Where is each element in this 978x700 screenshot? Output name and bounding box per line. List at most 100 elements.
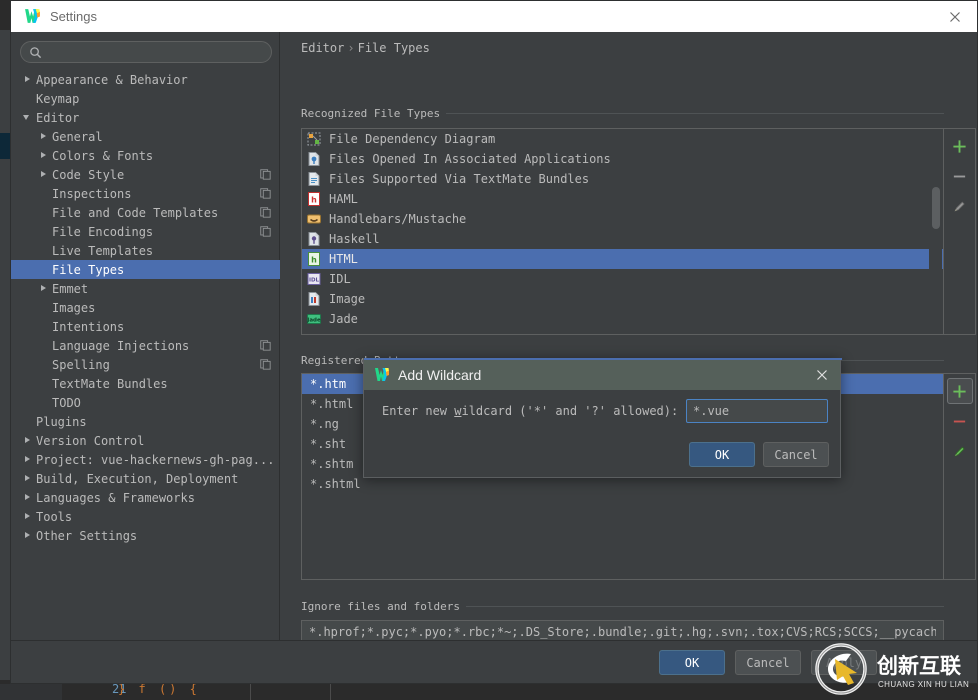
sidebar-item-emmet[interactable]: Emmet: [11, 279, 280, 298]
file-type-row[interactable]: File Dependency Diagram: [302, 129, 943, 149]
search-input[interactable]: [42, 45, 271, 59]
sidebar-item-file-encodings[interactable]: File Encodings: [11, 222, 280, 241]
sidebar-item-build-execution-deployment[interactable]: Build, Execution, Deployment: [11, 469, 280, 488]
chevron-right-icon[interactable]: [22, 454, 33, 465]
patterns-toolbar: [944, 373, 976, 580]
sidebar-item-keymap[interactable]: Keymap: [11, 89, 280, 108]
edit-file-type-button[interactable]: [947, 193, 973, 219]
plus-icon: [953, 139, 966, 153]
pattern-label: *.shtml: [310, 477, 361, 491]
remove-pattern-button[interactable]: [947, 408, 973, 434]
sidebar-item-tools[interactable]: Tools: [11, 507, 280, 526]
pattern-label: *.shtm: [310, 457, 354, 471]
sidebar-item-textmate-bundles[interactable]: TextMate Bundles: [11, 374, 280, 393]
file-type-label: HAML: [329, 192, 358, 206]
sidebar-item-label: Tools: [36, 509, 73, 524]
search-box[interactable]: [20, 41, 272, 63]
close-icon[interactable]: [947, 9, 963, 25]
add-file-type-button[interactable]: [947, 133, 973, 159]
file-type-row[interactable]: h HTML: [302, 249, 943, 269]
sidebar-item-other-settings[interactable]: Other Settings: [11, 526, 280, 545]
settings-sidebar: Appearance & Behavior Keymap Editor General…: [11, 32, 280, 640]
svg-text:IDL: IDL: [309, 278, 320, 284]
file-types-scrollbar-track[interactable]: [929, 129, 942, 334]
chevron-right-icon[interactable]: [22, 74, 33, 85]
sidebar-item-languages-frameworks[interactable]: Languages & Frameworks: [11, 488, 280, 507]
copy-settings-icon: [260, 207, 271, 218]
sidebar-item-project-vue-hackernews-gh-pag[interactable]: Project: vue-hackernews-gh-pag...: [11, 450, 280, 469]
sidebar-item-plugins[interactable]: Plugins: [11, 412, 280, 431]
chevron-down-icon[interactable]: [22, 112, 33, 123]
copy-settings-icon: [260, 340, 271, 351]
sidebar-item-language-injections[interactable]: Language Injections: [11, 336, 280, 355]
file-types-scrollbar-thumb[interactable]: [932, 187, 940, 229]
copy-settings-icon: [260, 226, 271, 237]
file-type-row[interactable]: Image: [302, 289, 943, 309]
cancel-button[interactable]: Cancel: [735, 650, 801, 675]
wildcard-input[interactable]: [687, 400, 827, 422]
sidebar-item-code-style[interactable]: Code Style: [11, 165, 280, 184]
edit-pattern-button[interactable]: [947, 438, 973, 464]
chevron-right-icon[interactable]: [38, 131, 49, 142]
file-type-label: File Dependency Diagram: [329, 132, 496, 146]
diagram-file-icon: [307, 132, 321, 146]
chevron-right-icon[interactable]: [38, 169, 49, 180]
sidebar-item-file-types[interactable]: File Types: [11, 260, 280, 279]
sidebar-item-spelling[interactable]: Spelling: [11, 355, 280, 374]
chevron-right-icon[interactable]: [22, 473, 33, 484]
pattern-label: *.ng: [310, 417, 339, 431]
remove-file-type-button[interactable]: [947, 163, 973, 189]
sidebar-item-appearance-behavior[interactable]: Appearance & Behavior: [11, 70, 280, 89]
sidebar-item-label: Emmet: [52, 281, 89, 296]
file-type-label: Files Supported Via TextMate Bundles: [329, 172, 590, 186]
chevron-right-icon[interactable]: [22, 511, 33, 522]
sidebar-item-live-templates[interactable]: Live Templates: [11, 241, 280, 260]
file-type-row[interactable]: IDL IDL: [302, 269, 943, 289]
add-pattern-button[interactable]: [946, 378, 973, 404]
close-icon[interactable]: [815, 368, 829, 382]
chevron-right-icon[interactable]: [38, 283, 49, 294]
sidebar-item-label: Keymap: [36, 91, 80, 106]
sidebar-item-label: File Encodings: [52, 224, 154, 239]
file-type-row[interactable]: Files Opened In Associated Applications: [302, 149, 943, 169]
file-type-label: Jade: [329, 312, 358, 326]
pattern-label: *.html: [310, 397, 354, 411]
recognized-file-types-title: Recognized File Types: [301, 107, 447, 120]
sidebar-item-images[interactable]: Images: [11, 298, 280, 317]
file-type-row[interactable]: Jade Jade: [302, 309, 943, 329]
sidebar-item-inspections[interactable]: Inspections: [11, 184, 280, 203]
file-type-row[interactable]: Files Supported Via TextMate Bundles: [302, 169, 943, 189]
editor-divider-1: [250, 684, 251, 700]
dialog-ok-button[interactable]: OK: [689, 442, 755, 467]
dialog-cancel-button[interactable]: Cancel: [763, 442, 829, 467]
chevron-right-icon[interactable]: [22, 492, 33, 503]
file-type-row[interactable]: Handlebars/Mustache: [302, 209, 943, 229]
sidebar-item-general[interactable]: General: [11, 127, 280, 146]
breadcrumb-root[interactable]: Editor: [301, 41, 344, 55]
add-wildcard-dialog: Add Wildcard Enter new wildcard ('*' and…: [363, 358, 842, 478]
sidebar-item-colors-fonts[interactable]: Colors & Fonts: [11, 146, 280, 165]
idl-file-icon: IDL: [307, 273, 321, 285]
sidebar-item-intentions[interactable]: Intentions: [11, 317, 280, 336]
chevron-right-icon[interactable]: [38, 150, 49, 161]
recognized-title-rule: [444, 113, 944, 114]
chevron-right-icon[interactable]: [22, 530, 33, 541]
ok-button[interactable]: OK: [659, 650, 725, 675]
file-type-row[interactable]: h HAML: [302, 189, 943, 209]
sidebar-item-file-and-code-templates[interactable]: File and Code Templates: [11, 203, 280, 222]
file-type-row[interactable]: Haskell: [302, 229, 943, 249]
sidebar-item-version-control[interactable]: Version Control: [11, 431, 280, 450]
sidebar-item-todo[interactable]: TODO: [11, 393, 280, 412]
apply-button[interactable]: Apply: [811, 650, 877, 675]
prompt-prefix: Enter new: [382, 404, 455, 418]
sidebar-item-editor[interactable]: Editor: [11, 108, 280, 127]
recognized-file-types-list[interactable]: File Dependency Diagram Files Opened In …: [301, 128, 944, 335]
ignore-files-input[interactable]: [302, 625, 943, 639]
chevron-right-icon[interactable]: [22, 435, 33, 446]
haskell-file-icon: [308, 232, 320, 246]
file-type-label: HTML: [329, 252, 358, 266]
